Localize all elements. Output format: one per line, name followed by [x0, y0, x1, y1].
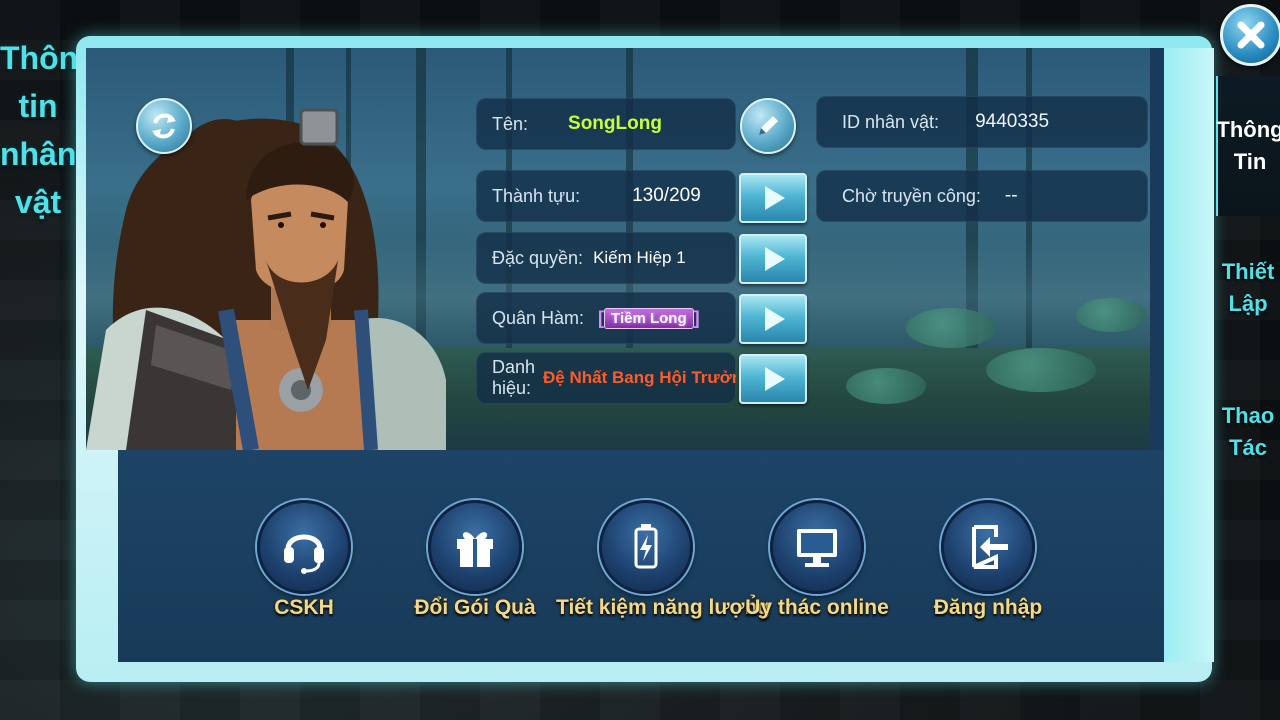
monitor-icon [797, 529, 837, 567]
cskh-label: CSKH [274, 596, 334, 619]
achievement-go-button[interactable] [739, 173, 807, 223]
refresh-icon [152, 113, 176, 139]
privilege-label: Đặc quyền: [492, 247, 584, 268]
battery-icon [634, 524, 658, 569]
battery-orb[interactable] [599, 500, 693, 594]
id-label: ID nhân vật: [842, 111, 940, 132]
hero-portrait [86, 108, 446, 450]
gift-exchange-button[interactable]: Đổi Gói Quà [385, 500, 565, 620]
close-icon [1237, 21, 1265, 49]
play-icon [765, 307, 785, 331]
rank-badge: Tiềm Long [604, 307, 694, 329]
privilege-field: Đặc quyền: Kiếm Hiệp 1 [476, 232, 736, 284]
panel-title: Thông tin nhân vật [0, 40, 98, 220]
achievement-value: 130/209 [632, 185, 701, 206]
login-button[interactable]: Đăng nhập [898, 500, 1078, 620]
tab-actions[interactable]: Thao Tác [1216, 400, 1280, 464]
cskh-button[interactable]: CSKH [214, 500, 394, 620]
login-label: Đăng nhập [933, 596, 1043, 619]
play-icon [765, 247, 785, 271]
gift-orb[interactable] [428, 500, 522, 594]
title-label: Danh hiệu: [492, 357, 536, 398]
monitor-orb[interactable] [770, 500, 864, 594]
achievement-label: Thành tựu: [492, 185, 581, 206]
transfer-label: Chờ truyền công: [842, 185, 981, 206]
title-field: Danh hiệu: Đệ Nhất Bang Hội Trưởn [476, 352, 736, 404]
name-field: Tên: SongLong [476, 98, 736, 150]
title-value: Đệ Nhất Bang Hội Trưởn [543, 368, 736, 387]
rank-label: Quân Hàm: [492, 307, 585, 328]
privilege-value: Kiếm Hiệp 1 [593, 248, 686, 267]
lotus-leaf [986, 348, 1096, 392]
title-go-button[interactable] [739, 354, 807, 404]
rank-go-button[interactable] [739, 294, 807, 344]
edit-name-button[interactable] [740, 98, 796, 154]
refresh-button[interactable] [136, 98, 192, 154]
transfer-field: Chờ truyền công: -- [816, 170, 1148, 222]
gift-icon [457, 532, 493, 567]
rank-field: Quân Hàm: [ Tiềm Long ] [476, 292, 736, 344]
close-button[interactable] [1220, 4, 1280, 66]
headset-icon [284, 534, 324, 574]
panel-side-frame [1164, 48, 1214, 662]
tab-info[interactable]: Thông Tin [1216, 76, 1280, 216]
privilege-go-button[interactable] [739, 234, 807, 284]
online-entrust-label: Ủy thác online [745, 596, 889, 619]
play-icon [765, 186, 785, 210]
online-entrust-button[interactable]: Ủy thác online [727, 500, 907, 620]
tab-settings[interactable]: Thiết Lập [1216, 256, 1280, 320]
rank-bracket-right: ] [693, 307, 700, 328]
pencil-icon [759, 116, 778, 135]
power-save-button[interactable]: Tiết kiệm năng lượng [556, 500, 771, 620]
id-field: ID nhân vật: 9440335 [816, 96, 1148, 148]
play-icon [765, 367, 785, 391]
gift-label: Đổi Gói Quà [414, 596, 536, 619]
lotus-leaf [906, 308, 996, 348]
lotus-leaf [1076, 298, 1146, 332]
login-icon [972, 525, 1008, 569]
name-label: Tên: [492, 113, 529, 134]
lotus-leaf [846, 368, 926, 404]
cskh-orb[interactable] [257, 500, 351, 594]
achievement-field: Thành tựu: 130/209 [476, 170, 736, 222]
game-screen: Thông tin nhân vật Tên: SongLong ID nhân… [0, 0, 1280, 720]
power-save-label: Tiết kiệm năng lượng [556, 596, 771, 619]
id-value: 9440335 [975, 111, 1050, 132]
login-orb[interactable] [941, 500, 1035, 594]
name-value: SongLong [568, 113, 662, 134]
transfer-value: -- [1004, 185, 1018, 206]
